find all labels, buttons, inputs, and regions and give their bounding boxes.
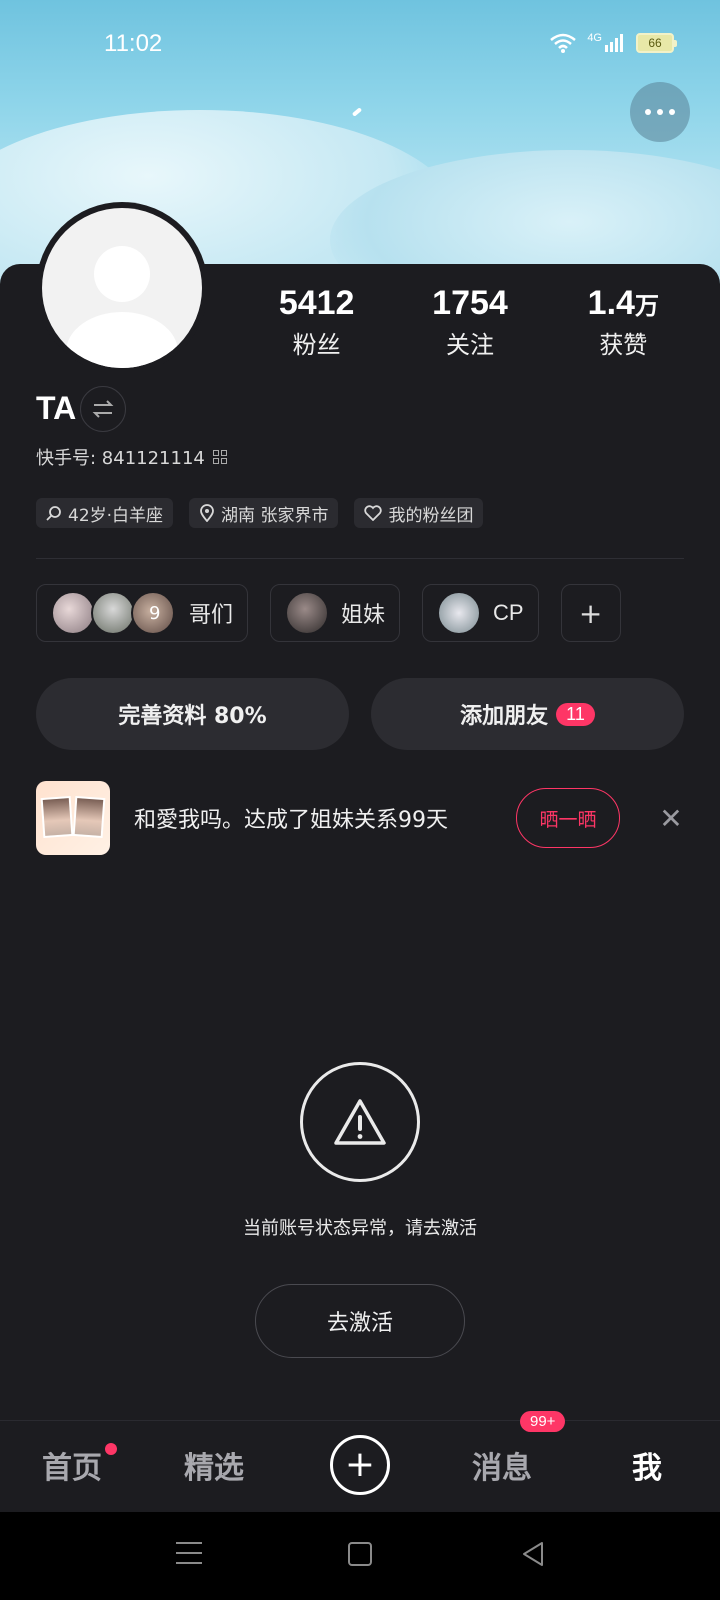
complete-profile-label: 完善资料 80% [118,704,267,729]
complete-profile-button[interactable]: 完善资料 80% [36,678,349,750]
relation-count: 9 [149,603,161,624]
signal-icon [605,34,623,52]
post-button[interactable]: + [330,1435,390,1495]
location-icon [200,504,214,522]
relationship-notice: 和愛我吗。达成了姐妹关系99天 晒一晒 ✕ [36,780,684,856]
default-avatar-icon [42,208,202,368]
stat-number: 1754 [432,284,508,322]
qr-code-icon [212,450,227,464]
status-icons: 4G 66 [549,32,677,54]
friend-avatar [51,591,95,635]
heart-icon [364,505,383,521]
tag-label: 湖南 张家界市 [221,505,329,526]
tag-location[interactable]: 湖南 张家界市 [189,498,339,528]
stat-label: 关注 [445,331,494,359]
home-icon[interactable] [348,1542,372,1566]
home-notification-dot [105,1443,117,1455]
stat-following[interactable]: 1754 关注 [395,284,545,360]
avatar-body [66,312,178,368]
tab-messages[interactable]: 消息 [472,1443,532,1487]
friend-avatar: 9 [131,591,175,635]
stat-number: 5412 [278,284,355,322]
relation-label: CP [493,600,524,625]
relation-cp[interactable]: CP [422,584,539,642]
stat-unit: 万 [634,292,659,320]
relation-label: 姐妹 [341,603,386,628]
add-friend-badge: 11 [556,702,595,726]
menu-icon[interactable] [176,1542,202,1572]
search-icon [46,506,61,521]
profile-stats: 5412 粉丝 1754 关注 1.4万 获赞 [240,284,700,360]
relation-sisters[interactable]: 姐妹 [270,584,401,642]
add-friend-button[interactable]: 添加朋友 11 [371,678,684,750]
bottom-tab-bar: 首页 精选 + 消息 99+ 我 [0,1411,720,1512]
status-time: 11:02 [104,30,163,57]
network-type: 4G [587,32,602,44]
dot [645,109,651,115]
system-nav-bar [0,1512,720,1600]
stat-label: 粉丝 [292,331,341,359]
banner-bird [351,107,363,117]
kuaishou-id-text: 快手号: 841121114 [36,448,205,469]
warning-icon [300,1062,420,1182]
profile-actions: 完善资料 80% 添加朋友 11 [36,678,684,750]
stat-likes[interactable]: 1.4万 获赞 [548,284,698,360]
profile-screen: 11:02 4G 66 5412 粉丝 1754 关注 1.4万 获赞 TA 快… [0,0,720,1600]
username: TA [36,390,77,426]
status-bar: 11:02 4G 66 [0,0,720,90]
stat-followers[interactable]: 5412 粉丝 [242,284,392,360]
warning-message: 当前账号状态异常，请去激活 [243,1218,477,1239]
wifi-icon [550,33,577,53]
dot [657,109,663,115]
alert-triangle-icon [334,1099,386,1145]
close-icon[interactable]: ✕ [658,802,684,835]
tag-label: 我的粉丝团 [388,505,474,526]
battery-icon: 66 [636,33,677,53]
kuaishou-id[interactable]: 快手号: 841121114 [36,444,227,470]
friend-avatar [285,591,330,635]
relation-label: 哥们 [189,603,234,628]
photo [72,796,106,838]
stat-number: 1.4 [587,284,635,322]
add-relation-button[interactable]: + [560,584,621,642]
more-options-button[interactable] [630,82,690,142]
tag-age[interactable]: 42岁·白羊座 [36,498,174,528]
relationship-list: 9 哥们 姐妹 CP + [36,584,621,642]
divider [36,558,684,559]
dot [669,109,675,115]
notice-thumbnail [36,781,110,855]
swap-icon [92,400,114,418]
avatar[interactable] [36,202,208,374]
avatar-stack: 9 [51,591,175,635]
profile-tags: 42岁·白羊座 湖南 张家界市 我的粉丝团 [36,498,484,528]
switch-account-button[interactable] [80,386,126,432]
tab-me[interactable]: 我 [632,1443,662,1487]
friend-avatar [437,591,482,635]
friend-avatar [91,591,135,635]
add-friend-label: 添加朋友 [460,704,549,729]
tag-label: 42岁·白羊座 [68,505,164,526]
relation-buddies[interactable]: 9 哥们 [36,584,249,642]
tab-home[interactable]: 首页 [42,1443,102,1487]
tag-fan-group[interactable]: 我的粉丝团 [354,498,484,528]
messages-badge: 99+ [520,1411,566,1432]
notice-text: 和愛我吗。达成了姐妹关系99天 [134,808,448,833]
back-icon[interactable] [520,1540,546,1568]
activate-button[interactable]: 去激活 [255,1284,465,1358]
photo [40,796,74,838]
avatar-head [94,246,150,302]
tab-featured[interactable]: 精选 [184,1443,244,1487]
stat-label: 获赞 [599,331,648,359]
share-button[interactable]: 晒一晒 [516,788,620,848]
